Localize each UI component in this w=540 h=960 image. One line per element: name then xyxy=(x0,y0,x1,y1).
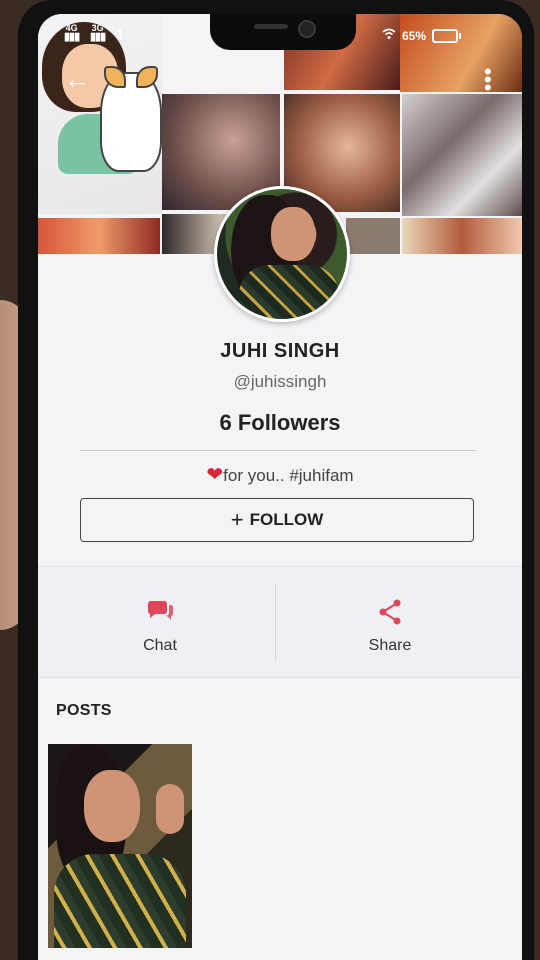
plus-icon: + xyxy=(230,507,244,532)
more-options-icon[interactable]: • • • xyxy=(484,61,492,99)
cover-photo-tile xyxy=(402,218,522,254)
back-arrow-icon[interactable]: ← xyxy=(64,64,90,95)
action-divider xyxy=(275,583,276,661)
heart-icon: ❤ xyxy=(206,464,224,486)
signal-3g-indicator: 3G ▮▮▮ xyxy=(90,24,106,43)
divider xyxy=(80,450,476,451)
cover-photo-tile xyxy=(402,94,522,216)
posts-heading: POSTS xyxy=(56,702,112,719)
phone-screen: 4G ▮▮▮ 3G ▮▮▮ 1 65% ← • • • JUHI SINGH @… xyxy=(38,14,522,960)
avatar-face xyxy=(271,207,315,261)
profile-bio: ❤for you.. #juhifam xyxy=(38,462,522,487)
front-camera xyxy=(298,20,316,38)
status-right: 65% xyxy=(382,28,462,43)
post-hand xyxy=(156,784,184,834)
chat-bubbles-icon xyxy=(145,597,175,627)
signal-bars-icon: ▮▮▮ xyxy=(90,31,106,43)
status-time: 1 xyxy=(116,26,124,42)
cartoon-dog xyxy=(100,66,162,172)
profile-handle: @juhissingh xyxy=(233,372,327,391)
share-icon xyxy=(375,597,405,627)
signal-bars-icon: ▮▮▮ xyxy=(64,31,80,43)
dog-ear xyxy=(136,66,158,88)
battery-icon xyxy=(432,28,462,43)
post-thumbnail[interactable] xyxy=(48,744,192,948)
chat-label: Chat xyxy=(143,637,177,654)
wifi-icon xyxy=(382,28,396,43)
signal-4g-indicator: 4G ▮▮▮ xyxy=(64,24,80,43)
action-bar: Chat Share xyxy=(38,566,522,678)
followers-count[interactable]: 6 Followers xyxy=(38,410,522,436)
profile-avatar[interactable] xyxy=(214,186,350,322)
follow-button[interactable]: + FOLLOW xyxy=(80,498,474,542)
share-button[interactable]: Share xyxy=(310,597,470,655)
cover-photo-tile xyxy=(38,218,160,254)
post-face xyxy=(84,770,140,842)
profile-name: JUHI SINGH xyxy=(220,340,340,362)
post-dress xyxy=(54,854,186,948)
camera-notch xyxy=(210,14,356,50)
cover-photo-tile xyxy=(346,218,400,254)
speaker xyxy=(254,24,288,29)
share-label: Share xyxy=(368,637,412,654)
bio-text: for you.. #juhifam xyxy=(223,466,354,485)
chat-button[interactable]: Chat xyxy=(80,597,240,655)
battery-percent: 65% xyxy=(402,28,427,43)
follow-label: FOLLOW xyxy=(249,510,324,529)
avatar-dress xyxy=(239,265,339,319)
